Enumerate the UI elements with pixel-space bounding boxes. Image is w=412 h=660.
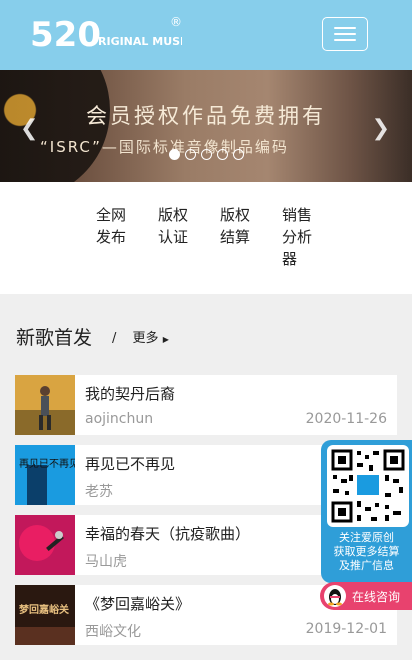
qr-caption-line: 关注爱原创 <box>339 531 394 544</box>
feature-nav: 全网发布 版权认证 版权结算 销售分析器 <box>0 182 412 294</box>
logo-text: RIGINAL MUSIC <box>98 35 182 48</box>
section-header: 新歌首发 / 更多 ▶ <box>16 323 169 349</box>
qr-code-icon <box>331 449 405 523</box>
promo-banner[interactable]: 会员授权作品免费拥有 “ISRC”—国际标准音像制品编码 ❮ ❯ <box>0 70 412 182</box>
logo-mark: 520 <box>30 15 101 53</box>
chevron-right-icon[interactable]: ❯ <box>372 116 390 141</box>
site-logo[interactable]: 520 RIGINAL MUSIC ® <box>30 15 182 53</box>
song-title[interactable]: 《梦回嘉峪关》 <box>85 593 190 614</box>
chevron-left-icon[interactable]: ❮ <box>20 116 38 141</box>
registered-mark: ® <box>170 15 182 29</box>
carousel-dot[interactable] <box>185 149 196 160</box>
album-cover <box>15 515 75 575</box>
menu-toggle-button[interactable] <box>322 17 368 51</box>
section-title: 新歌首发 <box>16 327 93 349</box>
qr-caption: 关注爱原创 获取更多结算 及推广信息 <box>321 531 412 573</box>
song-date: 2019-12-01 <box>305 621 387 637</box>
song-artist: 老苏 <box>85 484 113 500</box>
qr-caption-line: 及推广信息 <box>339 559 394 572</box>
song-artist: 西峪文化 <box>85 624 141 640</box>
nav-item-copyright-settle[interactable]: 版权结算 <box>220 204 254 248</box>
section-separator: / <box>112 331 117 346</box>
cover-text: 再见已不再见 <box>19 458 75 470</box>
triangle-right-icon: ▶ <box>162 335 169 344</box>
banner-subline: “ISRC”—国际标准音像制品编码 <box>40 138 289 156</box>
song-title[interactable]: 幸福的春天（抗疫歌曲） <box>85 523 250 544</box>
hamburger-icon-bar <box>334 33 356 35</box>
carousel-dot[interactable] <box>201 149 212 160</box>
song-artist: aojinchun <box>85 411 154 427</box>
carousel-dot[interactable] <box>217 149 228 160</box>
song-title[interactable]: 我的契丹后裔 <box>85 383 175 404</box>
hamburger-icon-bar <box>334 39 356 41</box>
list-item[interactable]: 我的契丹后裔 aojinchun 2020-11-26 <box>15 375 397 435</box>
song-artist: 马山虎 <box>85 554 127 570</box>
online-consult-button[interactable]: 在线咨询 <box>320 582 412 610</box>
qr-promo-panel[interactable]: 关注爱原创 获取更多结算 及推广信息 <box>321 440 412 583</box>
qq-penguin-icon <box>324 585 346 607</box>
song-date: 2020-11-26 <box>305 411 387 427</box>
album-cover <box>15 375 75 435</box>
header-bar: 520 RIGINAL MUSIC ® <box>0 0 412 70</box>
banner-headline: 会员授权作品免费拥有 <box>86 104 326 128</box>
more-link[interactable]: / 更多 ▶ <box>112 327 169 346</box>
nav-item-sales-analysis[interactable]: 销售分析器 <box>282 204 316 270</box>
song-title[interactable]: 再见已不再见 <box>85 453 175 474</box>
nav-item-publish[interactable]: 全网发布 <box>96 204 130 248</box>
nav-item-copyright-cert[interactable]: 版权认证 <box>158 204 192 248</box>
more-label: 更多 <box>132 331 159 346</box>
qr-code-image <box>327 445 409 527</box>
carousel-dot[interactable] <box>233 149 244 160</box>
consult-label: 在线咨询 <box>352 590 401 604</box>
album-cover: 梦回嘉峪关 <box>15 585 75 645</box>
cover-text: 梦回嘉峪关 <box>19 603 69 616</box>
hamburger-icon <box>334 27 356 29</box>
carousel-dot[interactable] <box>169 149 180 160</box>
qr-caption-line: 获取更多结算 <box>333 545 400 558</box>
carousel-indicators <box>169 145 249 160</box>
album-cover: 再见已不再见 <box>15 445 75 505</box>
